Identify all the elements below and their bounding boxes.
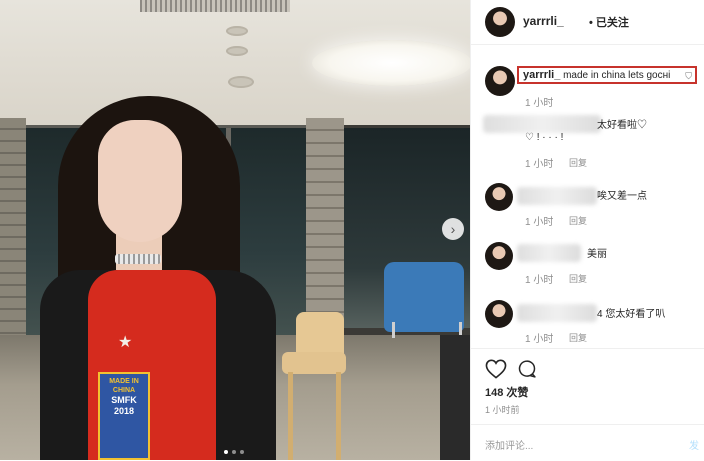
star-icon: ★	[118, 334, 133, 351]
copy-icon: ⛉	[685, 71, 692, 81]
header-username[interactable]: yarrrli_	[523, 14, 564, 28]
post-sidebar: yarrrli_ • 已关注 yarrrli_ made in china le…	[470, 0, 704, 460]
add-comment-bar: 添加评论... 发	[471, 424, 704, 461]
comment-time[interactable]: 1 小时	[525, 330, 553, 345]
comment: 4 您太好看了叭 1 小时 回复	[471, 300, 704, 348]
stone-column	[306, 118, 344, 338]
caption-text: made in china lets gocнi	[563, 70, 671, 81]
add-comment-input[interactable]: 添加评论...	[485, 437, 533, 452]
ceiling-vent	[140, 0, 290, 12]
post-header: yarrrli_ • 已关注	[471, 0, 704, 45]
comment-time[interactable]: 1 小时	[525, 155, 553, 170]
comment: 太好看啦♡ ♡ ! · · · ! 1 小时 回复	[471, 113, 704, 173]
comment-icon[interactable]	[517, 359, 537, 379]
carousel-dots	[224, 450, 244, 454]
carousel-dot	[232, 450, 236, 454]
carousel-dot	[240, 450, 244, 454]
avatar[interactable]	[485, 7, 515, 37]
avatar[interactable]	[485, 66, 515, 96]
ceiling-speaker	[228, 76, 254, 88]
comment-text: 美丽	[587, 249, 607, 260]
avatar[interactable]	[485, 183, 513, 211]
comment-text: 唉又差一点	[597, 191, 647, 202]
ceiling-speaker	[226, 46, 248, 56]
caption: yarrrli_ made in china lets gocнi ⛉ 1 小时	[471, 66, 704, 114]
heart-icon[interactable]	[485, 359, 507, 379]
action-bar	[471, 348, 704, 383]
ceiling-lamp	[312, 40, 470, 86]
blurred-user	[517, 304, 597, 322]
comment: 美丽 1 小时 回复	[471, 242, 704, 290]
post-photo[interactable]: ★ MADE IN CHINA SMFK 2018 ›	[0, 0, 470, 460]
blurred-user	[483, 115, 601, 133]
caption-time[interactable]: 1 小时	[525, 94, 553, 109]
comment-text: 4 您太好看了叭	[597, 309, 666, 320]
carousel-dot	[224, 450, 228, 454]
post-time[interactable]: 1 小时前	[485, 403, 520, 416]
caption-highlight: yarrrli_ made in china lets gocнi ⛉	[517, 66, 697, 84]
comment-time[interactable]: 1 小时	[525, 213, 553, 228]
ceiling-speaker	[226, 26, 248, 36]
comment-time[interactable]: 1 小时	[525, 271, 553, 286]
trash-bin	[440, 335, 470, 460]
reply-button[interactable]: 回复	[569, 331, 587, 344]
comment: 唉又差一点 1 小时 回复	[471, 183, 704, 231]
blurred-user	[517, 244, 581, 262]
stone-wall	[0, 118, 26, 358]
blue-chair	[384, 262, 464, 338]
avatar[interactable]	[485, 242, 513, 270]
next-arrow-icon[interactable]: ›	[442, 218, 464, 240]
caption-username[interactable]: yarrrli_	[523, 69, 560, 81]
blurred-user	[517, 187, 597, 205]
reply-button[interactable]: 回复	[569, 214, 587, 227]
post-comment-button[interactable]: 发	[689, 437, 699, 452]
avatar[interactable]	[485, 300, 513, 328]
like-count[interactable]: 148 次赞	[485, 384, 528, 400]
comment-text-line2: ♡ ! · · · !	[525, 132, 564, 143]
reply-button[interactable]: 回复	[569, 272, 587, 285]
following-label[interactable]: • 已关注	[589, 14, 629, 30]
choker-necklace	[115, 254, 161, 264]
shirt-print: MADE IN CHINA SMFK 2018	[98, 372, 150, 460]
wooden-chair	[282, 312, 346, 460]
reply-button[interactable]: 回复	[569, 156, 587, 169]
comment-text: 太好看啦♡	[597, 120, 647, 131]
person-face	[98, 120, 182, 242]
